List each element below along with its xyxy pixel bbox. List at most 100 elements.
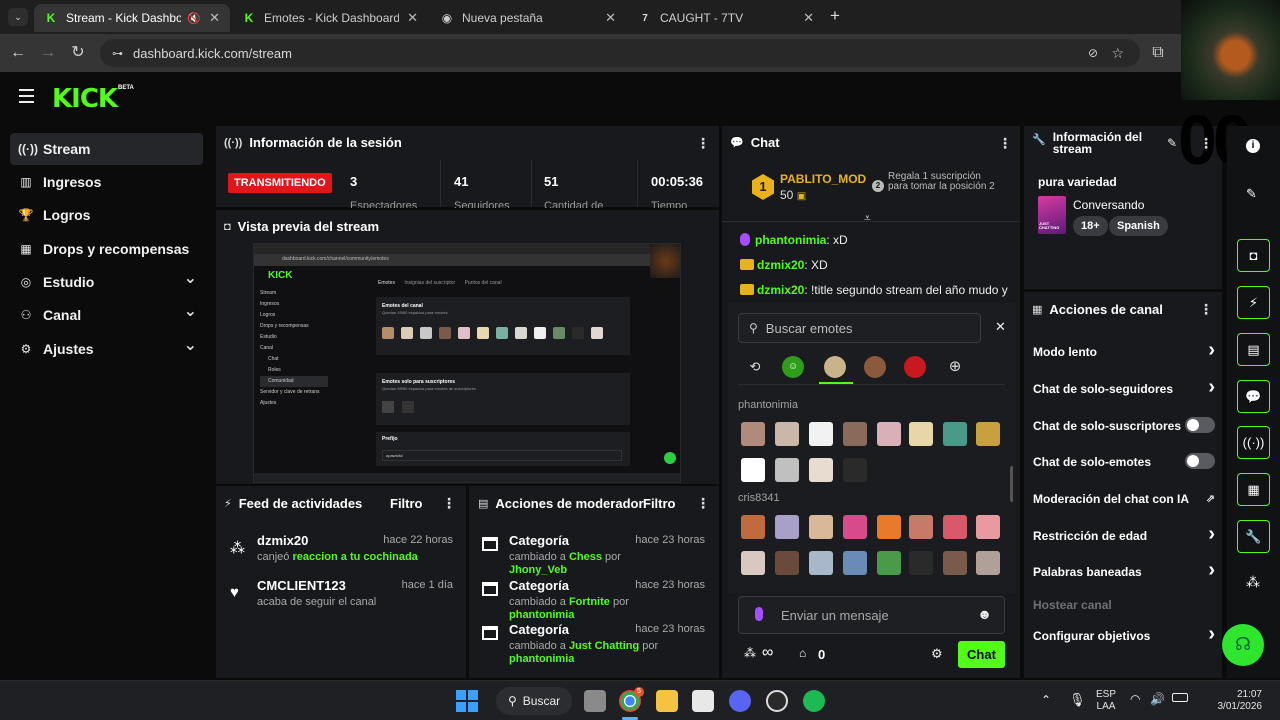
support-button[interactable]: ☊ xyxy=(1222,624,1264,666)
rail-points-icon[interactable]: ⁂ xyxy=(1246,574,1260,591)
chat-menu-icon[interactable]: ⋮ xyxy=(998,135,1012,152)
emote-item[interactable] xyxy=(809,515,833,539)
emote-item[interactable] xyxy=(843,458,867,482)
chat-username[interactable]: dzmix20 xyxy=(757,283,804,297)
chat-username[interactable]: dzmix20 xyxy=(757,258,804,272)
channel-action-palabras-baneadas[interactable]: Palabras baneadas › xyxy=(1033,559,1215,581)
channel-emotes-icon[interactable] xyxy=(824,356,846,378)
rail-layout-button[interactable]: ▦ xyxy=(1237,473,1270,506)
feed-username[interactable]: dzmix20 xyxy=(257,533,308,548)
emote-item[interactable] xyxy=(943,515,967,539)
rail-document-button[interactable]: ▤ xyxy=(1237,333,1270,366)
emote-item[interactable] xyxy=(843,551,867,575)
site-info-icon[interactable]: ⊶ xyxy=(112,47,123,60)
channel-action-configurar-objetivos[interactable]: Configurar objetivos › xyxy=(1033,623,1215,645)
red-emotes-icon[interactable] xyxy=(904,356,926,378)
rail-broadcast-button[interactable]: ((·)) xyxy=(1237,426,1270,459)
emote-item[interactable] xyxy=(843,515,867,539)
emote-search-input[interactable]: ⚲ Buscar emotes xyxy=(738,313,981,343)
discord-icon[interactable] xyxy=(729,690,751,712)
rail-chat-button[interactable]: 💬 xyxy=(1237,380,1270,413)
channel-points-icon[interactable]: ⁂ xyxy=(744,646,756,660)
emote-item[interactable] xyxy=(943,422,967,446)
close-icon[interactable]: ✕ xyxy=(605,10,616,26)
battery-icon[interactable] xyxy=(1172,693,1188,702)
gift-shop-icon[interactable]: ⌂ xyxy=(799,646,806,660)
emote-item[interactable] xyxy=(909,515,933,539)
category-name[interactable]: Conversando xyxy=(1073,198,1144,212)
kick-logo[interactable]: KICK xyxy=(52,84,118,114)
extensions-icon[interactable]: ⧉ xyxy=(1147,42,1169,64)
file-explorer-icon[interactable] xyxy=(656,690,678,712)
hamburger-menu-icon[interactable] xyxy=(19,89,34,103)
emote-item[interactable] xyxy=(976,422,1000,446)
tab-muted-icon[interactable]: 🔇 xyxy=(187,12,201,25)
emote-item[interactable] xyxy=(741,458,765,482)
toggle-switch[interactable] xyxy=(1185,417,1215,433)
edit-stream-info-icon[interactable]: ✎ xyxy=(1167,136,1177,150)
emote-item[interactable] xyxy=(775,458,799,482)
task-view-icon[interactable] xyxy=(584,690,606,712)
chat-settings-icon[interactable]: ⚙ xyxy=(931,646,943,662)
sidebar-item-canal[interactable]: ⚇ Canal ⌄ xyxy=(10,299,203,331)
emote-scrollbar[interactable] xyxy=(1010,466,1013,502)
stream-info-menu-icon[interactable]: ⋮ xyxy=(1199,135,1213,152)
reload-icon[interactable]: ↻ xyxy=(67,42,89,64)
channel-action-chat-de-solo-emotes[interactable]: Chat de solo-emotes xyxy=(1033,453,1215,469)
emote-item[interactable] xyxy=(943,551,967,575)
emote-item[interactable] xyxy=(741,422,765,446)
emote-item[interactable] xyxy=(877,422,901,446)
chevron-down-icon[interactable]: ⌄ xyxy=(184,301,197,321)
category-thumbnail[interactable]: JUST CHATTING xyxy=(1038,196,1066,234)
forward-icon[interactable]: → xyxy=(37,42,59,64)
sidebar-item-logros[interactable]: 🏆 Logros xyxy=(10,199,203,231)
activity-menu-icon[interactable]: ⋮ xyxy=(442,495,456,512)
bookmark-star-icon[interactable]: ☆ xyxy=(1111,45,1124,62)
emote-item[interactable] xyxy=(877,551,901,575)
windows-start-icon[interactable] xyxy=(456,690,478,712)
emote-item[interactable] xyxy=(775,551,799,575)
emote-item[interactable] xyxy=(775,422,799,446)
channel-action-modo-lento[interactable]: Modo lento › xyxy=(1033,339,1215,361)
channel-action-hostear-canal[interactable]: Hostear canal xyxy=(1033,598,1215,612)
globe-emotes-icon[interactable]: ⊕ xyxy=(944,356,966,378)
tab-7tv[interactable]: 7 CAUGHT - 7TV ✕ xyxy=(628,4,824,32)
channel-action-chat-de-solo-seguidores[interactable]: Chat de solo-seguidores › xyxy=(1033,376,1215,398)
channel-action-restricci-n-de-edad[interactable]: Restricción de edad › xyxy=(1033,523,1215,545)
sidebar-item-stream[interactable]: ((·)) Stream xyxy=(10,133,203,165)
activity-filter-button[interactable]: Filtro xyxy=(390,496,423,511)
rail-lightning-button[interactable]: ⚡ xyxy=(1237,286,1270,319)
emote-item[interactable] xyxy=(976,515,1000,539)
emote-item[interactable] xyxy=(909,422,933,446)
chat-send-button[interactable]: Chat xyxy=(958,641,1005,668)
emote-item[interactable] xyxy=(741,515,765,539)
mod-menu-icon[interactable]: ⋮ xyxy=(696,495,710,512)
tray-overflow-icon[interactable]: ⌃ xyxy=(1041,693,1051,707)
emote-item[interactable] xyxy=(877,515,901,539)
tab-list-button[interactable]: ⌄ xyxy=(8,8,28,26)
toggle-switch[interactable] xyxy=(1185,453,1215,469)
emote-item[interactable] xyxy=(809,422,833,446)
channel-action-chat-de-solo-suscriptores[interactable]: Chat de solo-suscriptores xyxy=(1033,417,1215,433)
spotify-icon[interactable] xyxy=(803,690,825,712)
close-emote-picker-icon[interactable]: ✕ xyxy=(995,319,1006,335)
eye-off-icon[interactable]: ⊘ xyxy=(1088,46,1098,60)
rail-camera-button[interactable]: ◘ xyxy=(1237,239,1270,272)
mod-filter-button[interactable]: Filtro xyxy=(643,496,676,511)
obs-icon[interactable] xyxy=(766,690,788,712)
stream-preview-video[interactable]: dashboard.kick.com/channel/community/emo… xyxy=(253,243,681,483)
sidebar-item-ajustes[interactable]: ⚙ Ajustes ⌄ xyxy=(10,333,203,365)
tab-emotes-dashboard[interactable]: K Emotes - Kick Dashboard ✕ xyxy=(232,4,428,32)
close-icon[interactable]: ✕ xyxy=(209,10,220,26)
close-icon[interactable]: ✕ xyxy=(407,10,418,26)
taskbar-search[interactable]: ⚲ Buscar xyxy=(496,687,572,715)
channel-action-moderaci-n-del-chat-con-ia[interactable]: Moderación del chat con IA ⇗ xyxy=(1033,492,1215,506)
language-indicator[interactable]: ESP LAA xyxy=(1094,689,1118,713)
recent-emotes-icon[interactable]: ⟲ xyxy=(744,356,766,378)
feed-username[interactable]: CMCLIENT123 xyxy=(257,578,346,593)
tab-stream-dashboard[interactable]: K Stream - Kick Dashboard 🔇 ✕ xyxy=(34,4,230,32)
info-icon[interactable]: i xyxy=(1246,139,1260,153)
chat-username[interactable]: phantonimia xyxy=(755,233,826,247)
tab-new-tab[interactable]: ◉ Nueva pestaña ✕ xyxy=(430,4,626,32)
sidebar-item-estudio[interactable]: ◎ Estudio ⌄ xyxy=(10,266,203,298)
